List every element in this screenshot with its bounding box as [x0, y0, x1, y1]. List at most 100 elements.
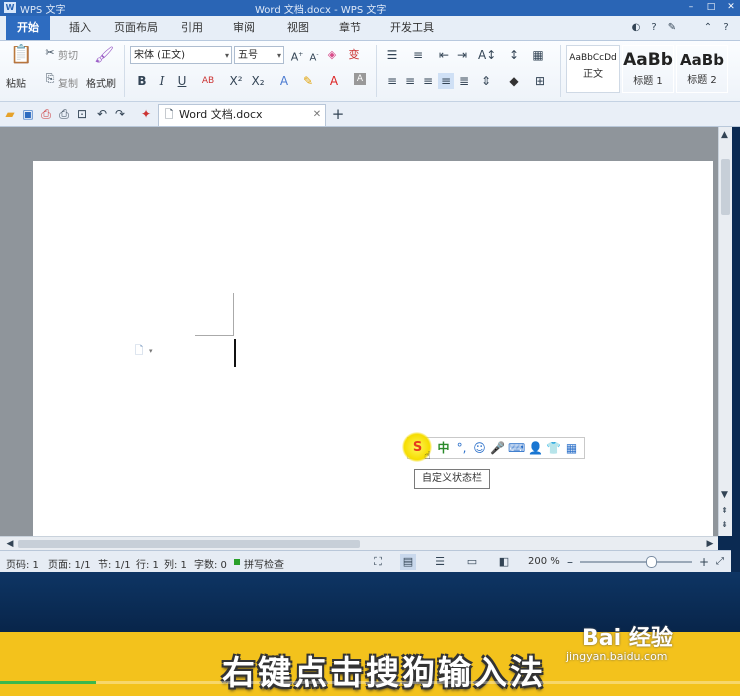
tab-developer[interactable]: 开发工具	[382, 16, 442, 40]
font-color-icon[interactable]: A	[326, 73, 342, 89]
undo-icon[interactable]: ↶	[94, 106, 110, 122]
save-icon[interactable]: ▣	[20, 106, 36, 122]
zoom-out-icon[interactable]: –	[562, 554, 578, 570]
document-tab[interactable]: 🗋 Word 文档.docx ✕	[158, 104, 326, 126]
horizontal-scrollbar[interactable]: ◀ ▶	[0, 536, 718, 551]
sogou-ime-toolbar[interactable]: S ☝ 中 °, ☺ 🎤 ⌨ 👤 👕 ▦	[402, 432, 585, 462]
clear-format-icon[interactable]: ◈	[324, 47, 340, 63]
numbered-list-icon[interactable]: ≡	[410, 47, 426, 63]
punctuation-icon[interactable]: °,	[454, 440, 469, 456]
close-window-icon[interactable]: ✕	[726, 2, 736, 12]
app-menu-label[interactable]: WPS 文字	[20, 1, 65, 16]
increase-indent-icon[interactable]: ⇥	[454, 47, 470, 63]
copy-icon[interactable]: ⎘	[42, 71, 58, 87]
highlight-icon[interactable]: ✎	[300, 73, 316, 89]
style-heading-2[interactable]: AaBb 标题 2	[676, 45, 728, 93]
zoom-in-icon[interactable]: +	[696, 554, 712, 570]
tab-home[interactable]: 开始	[6, 16, 50, 40]
print-icon[interactable]: ⎙	[56, 106, 72, 122]
video-progress-bar[interactable]	[0, 681, 740, 684]
zoom-level[interactable]: 200 %	[528, 556, 560, 567]
paste-button[interactable]: 粘贴	[6, 75, 26, 90]
close-tab-icon[interactable]: ✕	[309, 107, 325, 123]
wps-logo-icon[interactable]: W	[4, 2, 16, 13]
ribbon-help-icon[interactable]: ?	[718, 20, 734, 36]
cut-icon[interactable]: ✂	[42, 45, 58, 61]
open-folder-icon[interactable]: ▰	[2, 106, 18, 122]
document-page[interactable]: 🗋 ▾	[33, 161, 713, 541]
pin-icon[interactable]: ✦	[138, 106, 154, 122]
align-center-icon[interactable]: ≡	[402, 73, 418, 89]
fullscreen-icon[interactable]: ⛶	[370, 554, 386, 570]
emoji-icon[interactable]: ☺	[472, 440, 487, 456]
shrink-font-icon[interactable]: A-	[306, 47, 322, 63]
bullet-list-icon[interactable]: ☰	[384, 47, 400, 63]
minimize-icon[interactable]: –	[686, 2, 696, 12]
ime-mode-chinese[interactable]: 中	[436, 440, 451, 456]
status-page-code[interactable]: 页码: 1	[6, 556, 39, 571]
paragraph-shading-icon[interactable]: ◆	[506, 73, 522, 89]
skin-shirt-icon[interactable]: 👕	[546, 440, 561, 456]
zoom-slider-thumb[interactable]	[646, 556, 657, 568]
subscript-icon[interactable]: X₂	[250, 73, 266, 89]
new-tab-icon[interactable]: +	[330, 106, 346, 122]
char-shading-icon[interactable]: A	[354, 73, 366, 85]
font-size-select[interactable]: 五号 ▾	[234, 46, 284, 64]
toolbox-icon[interactable]: ▦	[564, 440, 579, 456]
decrease-indent-icon[interactable]: ⇤	[436, 47, 452, 63]
skin-icon[interactable]: ◐	[628, 20, 644, 36]
tab-chapter[interactable]: 章节	[330, 16, 370, 40]
web-view-icon[interactable]: ▭	[464, 554, 480, 570]
cut-button[interactable]: 剪切	[58, 47, 78, 62]
line-spacing-icon[interactable]: ⇕	[478, 73, 494, 89]
sort-icon[interactable]: ↕	[506, 47, 522, 63]
bold-icon[interactable]: B	[134, 73, 150, 89]
style-normal[interactable]: AaBbCcDd 正文	[566, 45, 620, 93]
paste-icon[interactable]: 📋	[10, 46, 32, 69]
tab-view[interactable]: 视图	[278, 16, 318, 40]
help-icon[interactable]: ?	[646, 20, 662, 36]
phonetic-guide-icon[interactable]: 变	[346, 47, 362, 63]
maximize-icon[interactable]: □	[706, 2, 716, 12]
redo-icon[interactable]: ↷	[112, 106, 128, 122]
zoom-slider-track[interactable]	[580, 561, 692, 563]
status-row[interactable]: 行: 1	[136, 556, 159, 571]
underline-icon[interactable]: U	[174, 73, 190, 89]
voice-icon[interactable]: 🎤	[490, 440, 505, 456]
outline-view-icon[interactable]: ☰	[432, 554, 448, 570]
table-icon[interactable]: ▦	[530, 47, 546, 63]
export-pdf-icon[interactable]: ⎙	[38, 106, 54, 122]
superscript-icon[interactable]: X²	[228, 73, 244, 89]
status-section[interactable]: 节: 1/1	[98, 556, 131, 571]
format-painter-icon[interactable]: 🖌	[94, 47, 114, 63]
format-painter-button[interactable]: 格式刷	[86, 75, 116, 90]
style-heading-1[interactable]: AaBb 标题 1	[622, 45, 674, 93]
user-icon[interactable]: 👤	[528, 440, 543, 456]
font-name-select[interactable]: 宋体 (正文) ▾	[130, 46, 232, 64]
print-preview-icon[interactable]: ⊡	[74, 106, 90, 122]
scroll-thumb[interactable]	[18, 540, 360, 548]
align-left-icon[interactable]: ≡	[384, 73, 400, 89]
feedback-icon[interactable]: ✎	[664, 20, 680, 36]
eye-protection-icon[interactable]: ◧	[496, 554, 512, 570]
italic-icon[interactable]: I	[154, 73, 170, 89]
next-page-icon[interactable]: ⇟	[718, 517, 731, 533]
page-view-icon[interactable]: ▤	[400, 554, 416, 570]
align-right-icon[interactable]: ≡	[420, 73, 436, 89]
strikethrough-icon[interactable]: AB	[200, 73, 216, 89]
status-spell-check[interactable]: 拼写检查	[244, 556, 284, 571]
text-direction-icon[interactable]: A↕	[478, 47, 496, 63]
vertical-scrollbar[interactable]: ▲ ▼ ⇞ ⇟	[718, 127, 732, 536]
scroll-thumb[interactable]	[721, 159, 730, 215]
fit-page-icon[interactable]: ⤢	[712, 554, 728, 570]
distribute-icon[interactable]: ≣	[456, 73, 472, 89]
status-col[interactable]: 列: 1	[164, 556, 187, 571]
borders-icon[interactable]: ⊞	[532, 73, 548, 89]
status-word-count[interactable]: 字数: 0	[194, 556, 227, 571]
collapse-ribbon-icon[interactable]: ⌃	[700, 20, 716, 36]
tab-review[interactable]: 审阅	[224, 16, 264, 40]
justify-icon[interactable]: ≡	[438, 73, 454, 89]
keyboard-icon[interactable]: ⌨	[508, 440, 525, 456]
scroll-down-icon[interactable]: ▼	[718, 487, 731, 503]
status-page[interactable]: 页面: 1/1	[48, 556, 91, 571]
